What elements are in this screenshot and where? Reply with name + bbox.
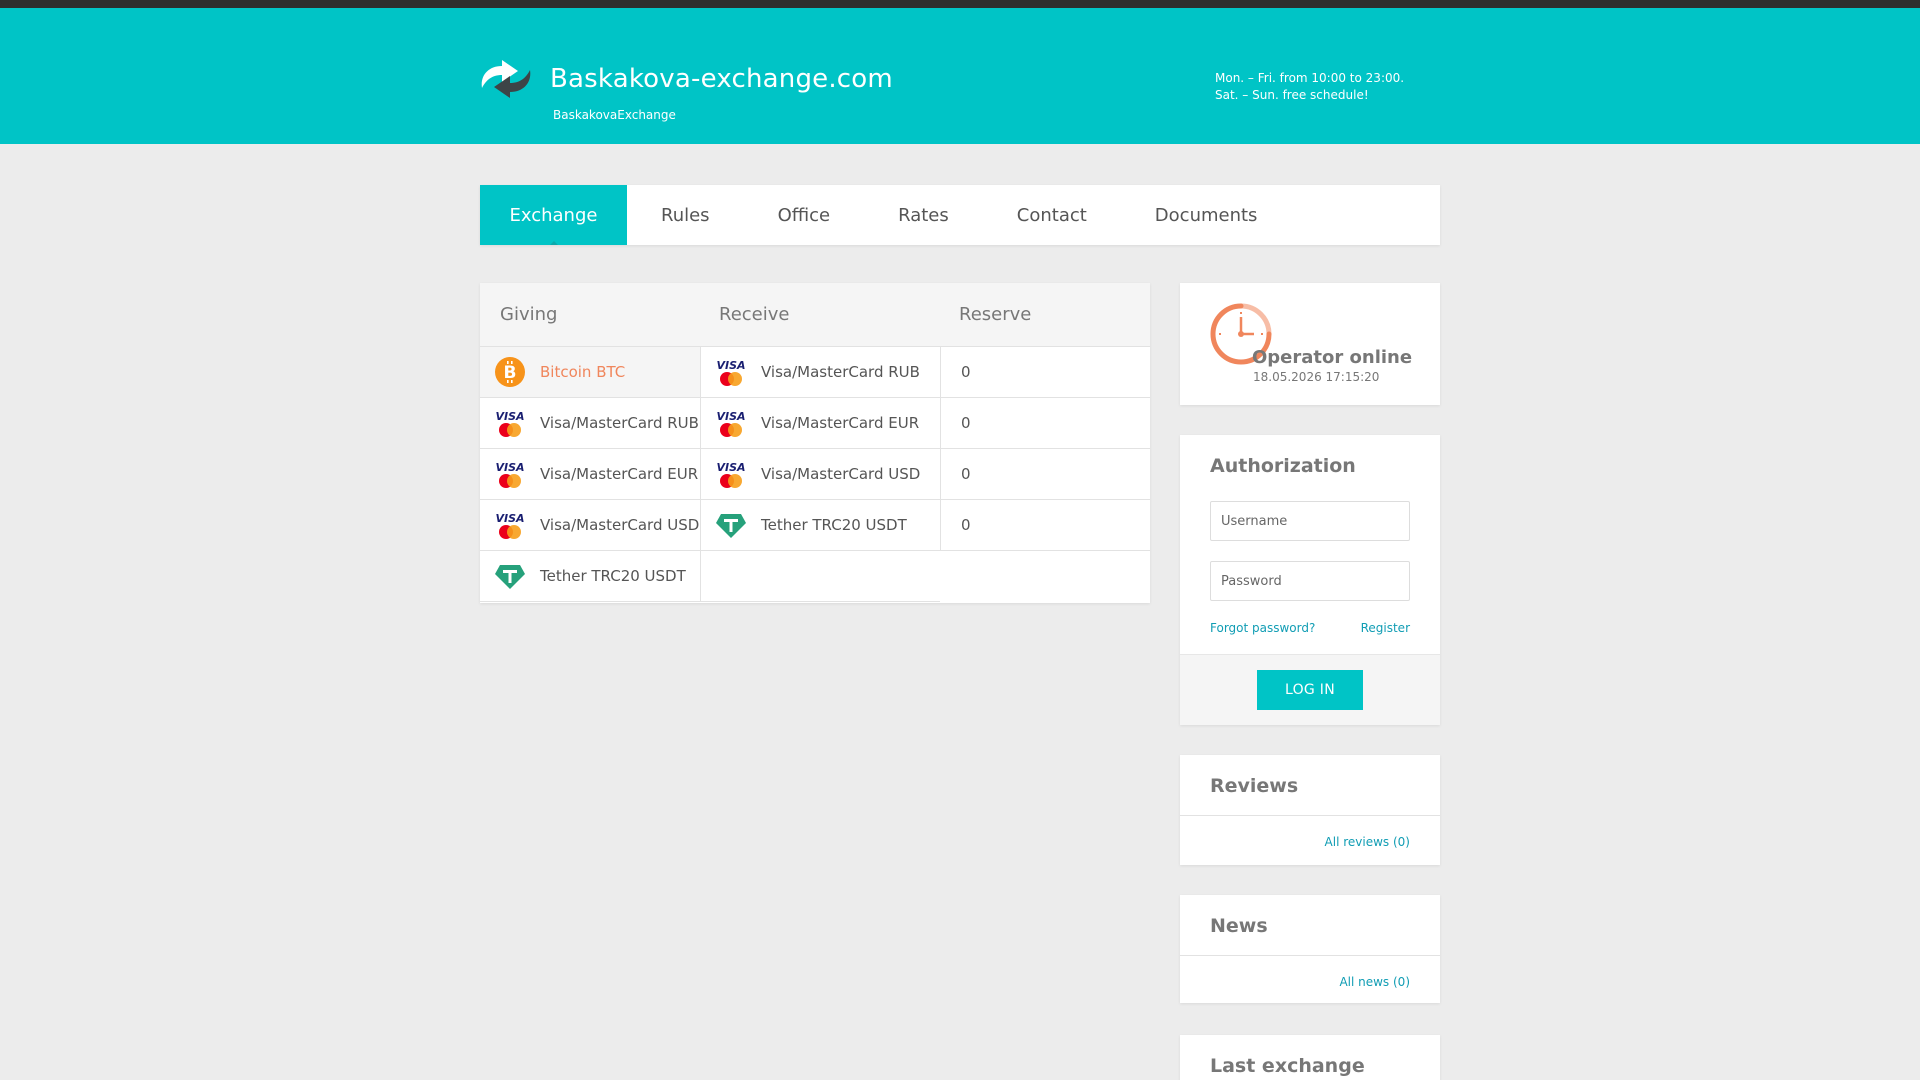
- nav-office[interactable]: Office: [744, 185, 865, 245]
- giving-column: B Bitcoin BTC VISA Visa/MasterCard RUB V…: [480, 347, 700, 602]
- authorization-title: Authorization: [1210, 455, 1356, 477]
- visa-mastercard-icon: VISA: [716, 359, 746, 386]
- giving-item-label: Visa/MasterCard RUB: [540, 414, 699, 432]
- reserve-value: 0: [941, 347, 1150, 398]
- svg-text:VISA: VISA: [495, 461, 524, 474]
- site-subtitle: BaskakovaExchange: [553, 108, 676, 122]
- receive-item-label: Visa/MasterCard USD: [761, 465, 921, 483]
- working-hours: Mon. – Fri. from 10:00 to 23:00. Sat. – …: [1215, 70, 1404, 104]
- giving-item-label: Tether TRC20 USDT: [540, 567, 686, 585]
- all-news-link[interactable]: All news (0): [1339, 975, 1410, 989]
- receive-item[interactable]: VISA Visa/MasterCard USD: [701, 449, 940, 500]
- visa-mastercard-icon: VISA: [716, 461, 746, 488]
- giving-item[interactable]: B Bitcoin BTC: [480, 347, 700, 398]
- bitcoin-icon: B: [495, 357, 525, 387]
- svg-text:VISA: VISA: [495, 410, 524, 423]
- divider: [1180, 815, 1440, 816]
- receive-item-label: Tether TRC20 USDT: [761, 516, 907, 534]
- nav-rates[interactable]: Rates: [864, 185, 983, 245]
- tether-icon: [716, 514, 746, 538]
- operator-status: Operator online: [1252, 347, 1413, 368]
- username-input[interactable]: [1210, 501, 1410, 541]
- reserve-header: Reserve: [959, 304, 1032, 325]
- nav-exchange[interactable]: Exchange: [480, 185, 627, 245]
- giving-item-label: Visa/MasterCard USD: [540, 516, 700, 534]
- receive-empty-row: [701, 551, 940, 602]
- exchange-table-header: Giving Receive Reserve: [480, 283, 1150, 347]
- news-card: News All news (0): [1180, 895, 1440, 1003]
- receive-header: Receive: [719, 304, 790, 325]
- reserve-value: 0: [941, 449, 1150, 500]
- authorization-card: Authorization Forgot password? Register …: [1180, 435, 1440, 725]
- main-nav: Exchange Rules Office Rates Contact Docu…: [480, 185, 1440, 245]
- reserve-value: 0: [941, 500, 1150, 551]
- giving-item[interactable]: VISA Visa/MasterCard EUR: [480, 449, 700, 500]
- receive-item-label: Visa/MasterCard RUB: [761, 363, 920, 381]
- giving-item-label: Bitcoin BTC: [540, 363, 626, 381]
- svg-text:VISA: VISA: [716, 461, 745, 474]
- exchange-logo-icon[interactable]: [478, 58, 534, 100]
- tether-icon: [495, 565, 525, 589]
- site-title[interactable]: Baskakova-exchange.com: [550, 64, 893, 94]
- giving-item[interactable]: Tether TRC20 USDT: [480, 551, 700, 602]
- visa-mastercard-icon: VISA: [495, 461, 525, 488]
- last-exchange-title: Last exchange: [1210, 1055, 1365, 1077]
- password-input[interactable]: [1210, 561, 1410, 601]
- receive-item[interactable]: VISA Visa/MasterCard RUB: [701, 347, 940, 398]
- giving-header: Giving: [500, 304, 558, 325]
- visa-mastercard-icon: VISA: [716, 410, 746, 437]
- giving-item-label: Visa/MasterCard EUR: [540, 465, 699, 483]
- operator-status-card: Operator online 18.05.2026 17:15:20: [1180, 283, 1440, 405]
- top-bar: [0, 0, 1920, 8]
- svg-text:VISA: VISA: [716, 359, 745, 372]
- header: Baskakova-exchange.com BaskakovaExchange…: [0, 8, 1920, 144]
- giving-item[interactable]: VISA Visa/MasterCard RUB: [480, 398, 700, 449]
- hours-weekdays: Mon. – Fri. from 10:00 to 23:00.: [1215, 71, 1405, 85]
- nav-contact[interactable]: Contact: [983, 185, 1121, 245]
- giving-item[interactable]: VISA Visa/MasterCard USD: [480, 500, 700, 551]
- visa-mastercard-icon: VISA: [495, 410, 525, 437]
- operator-datetime: 18.05.2026 17:15:20: [1253, 370, 1380, 384]
- authorization-footer: LOG IN: [1180, 654, 1440, 725]
- svg-text:VISA: VISA: [495, 512, 524, 525]
- reserve-value: 0: [941, 398, 1150, 449]
- reviews-title: Reviews: [1210, 775, 1299, 797]
- all-reviews-link[interactable]: All reviews (0): [1325, 835, 1410, 849]
- hours-weekend: Sat. – Sun. free schedule!: [1215, 88, 1369, 102]
- login-button[interactable]: LOG IN: [1257, 670, 1363, 710]
- exchange-table: Giving Receive Reserve B Bitcoin BTC VIS…: [480, 283, 1150, 603]
- last-exchange-card: Last exchange: [1180, 1035, 1440, 1080]
- nav-rules[interactable]: Rules: [627, 185, 744, 245]
- svg-text:B: B: [504, 363, 517, 383]
- svg-text:VISA: VISA: [716, 410, 745, 423]
- reviews-card: Reviews All reviews (0): [1180, 755, 1440, 865]
- nav-documents[interactable]: Documents: [1121, 185, 1292, 245]
- divider: [1180, 955, 1440, 956]
- receive-item[interactable]: Tether TRC20 USDT: [701, 500, 940, 551]
- register-link[interactable]: Register: [1361, 621, 1410, 635]
- forgot-password-link[interactable]: Forgot password?: [1210, 621, 1315, 635]
- news-title: News: [1210, 915, 1268, 937]
- receive-column: VISA Visa/MasterCard RUB VISA Visa/Maste…: [700, 347, 940, 602]
- receive-item-label: Visa/MasterCard EUR: [761, 414, 920, 432]
- visa-mastercard-icon: VISA: [495, 512, 525, 539]
- reserve-column: 0 0 0 0: [940, 347, 1150, 551]
- receive-item[interactable]: VISA Visa/MasterCard EUR: [701, 398, 940, 449]
